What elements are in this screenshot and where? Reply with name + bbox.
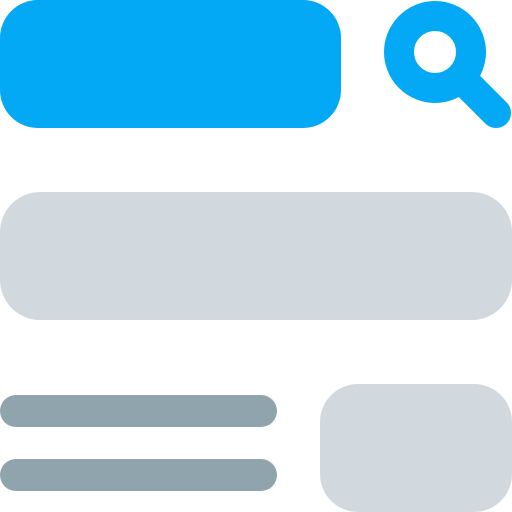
- content-block: [0, 192, 512, 320]
- text-line-placeholder: [0, 395, 277, 427]
- search-bar[interactable]: [0, 0, 341, 128]
- search-icon-handle: [448, 65, 511, 128]
- search-icon[interactable]: [383, 0, 512, 129]
- thumbnail-placeholder: [320, 384, 512, 512]
- search-results-illustration: [0, 0, 512, 512]
- text-line-placeholder: [0, 459, 277, 491]
